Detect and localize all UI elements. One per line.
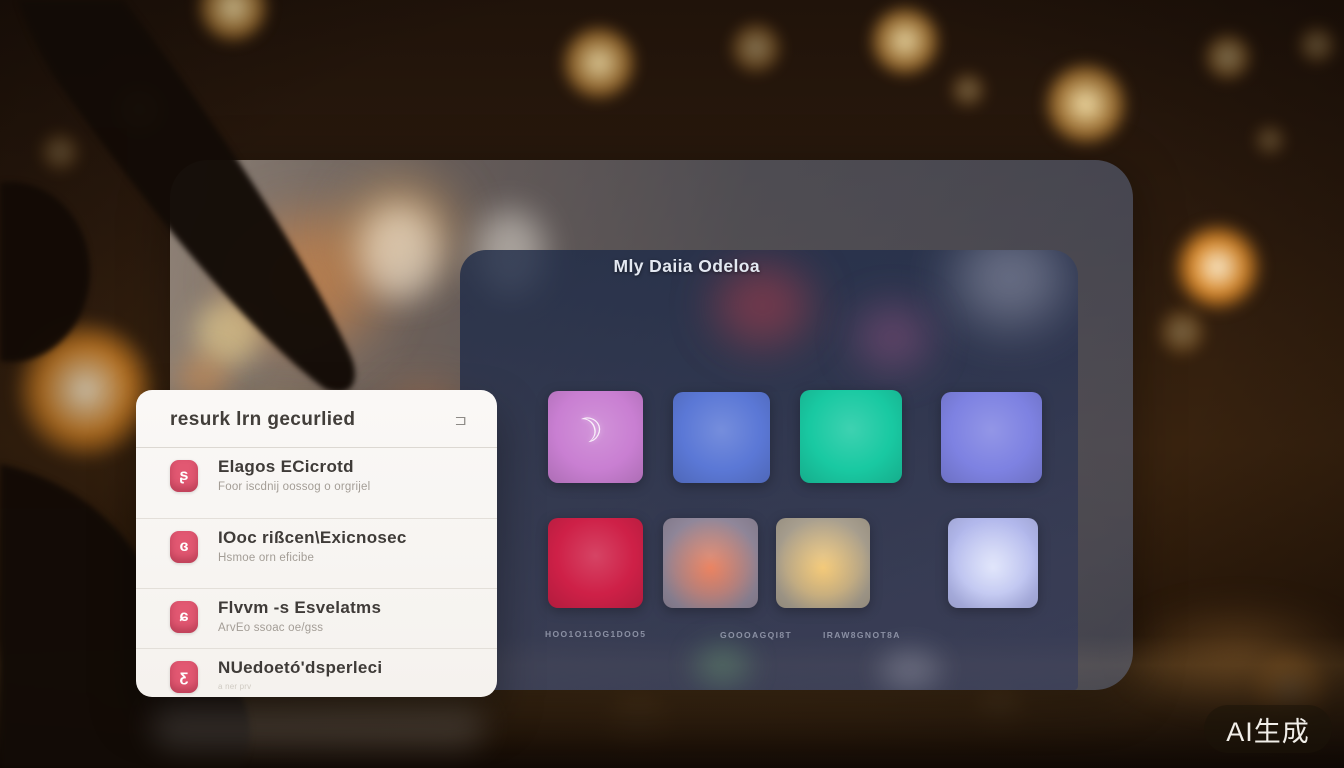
result-item[interactable]: ɕ Flvvm -s Esvelatms ArvEo ssoac oe/gss bbox=[136, 588, 497, 648]
ai-generated-watermark: AI生成 bbox=[1204, 705, 1332, 753]
item-subtitle: Foor iscdnij oossog o orgrijel bbox=[218, 481, 370, 493]
slashed-s-icon: ʂ bbox=[170, 460, 198, 492]
item-text: Elagos ECicrotd Foor iscdnij oossog o or… bbox=[218, 457, 370, 518]
item-title: Elagos ECicrotd bbox=[218, 457, 370, 477]
icon-glyph: ƹ bbox=[180, 668, 188, 686]
item-subtitle: ArvEo ssoac oe/gss bbox=[218, 622, 381, 634]
result-item[interactable]: ƹ NUedoetó'dsperleci a ner prv bbox=[136, 648, 497, 697]
results-card: resurk lrn gecurlied ⊐ ʂ Elagos ECicrotd… bbox=[136, 390, 497, 697]
item-title: IOoc rißcen\Exicnosec bbox=[218, 528, 407, 548]
item-text: IOoc rißcen\Exicnosec Hsmoe orn eficibe bbox=[218, 528, 407, 588]
swirl-icon: ɕ bbox=[170, 601, 198, 633]
collapse-icon[interactable]: ⊐ bbox=[454, 411, 467, 429]
result-item[interactable]: ɞ IOoc rißcen\Exicnosec Hsmoe orn eficib… bbox=[136, 518, 497, 588]
icon-glyph: ʂ bbox=[180, 467, 189, 485]
item-title: NUedoetó'dsperleci bbox=[218, 658, 382, 678]
watermark-text: AI生成 bbox=[1226, 710, 1310, 749]
card-title: resurk lrn gecurlied bbox=[170, 409, 355, 431]
icon-glyph: ɞ bbox=[179, 538, 188, 556]
item-subtitle: Hsmoe orn eficibe bbox=[218, 552, 407, 564]
curl-icon: ƹ bbox=[170, 661, 198, 693]
item-title: Flvvm -s Esvelatms bbox=[218, 598, 381, 618]
lock-blob-icon: ɞ bbox=[170, 531, 198, 563]
result-item[interactable]: ʂ Elagos ECicrotd Foor iscdnij oossog o … bbox=[136, 448, 497, 518]
card-reflection bbox=[152, 702, 484, 748]
item-text: Flvvm -s Esvelatms ArvEo ssoac oe/gss bbox=[218, 598, 381, 648]
icon-glyph: ɕ bbox=[180, 608, 189, 626]
item-text: NUedoetó'dsperleci a ner prv bbox=[218, 658, 382, 697]
scene: Mly Daiia Odeloa ☾ HOO1O11OG1DOO5 GOOOAG… bbox=[0, 0, 1344, 768]
item-subtitle: a ner prv bbox=[218, 682, 382, 691]
card-header: resurk lrn gecurlied ⊐ bbox=[136, 390, 497, 448]
